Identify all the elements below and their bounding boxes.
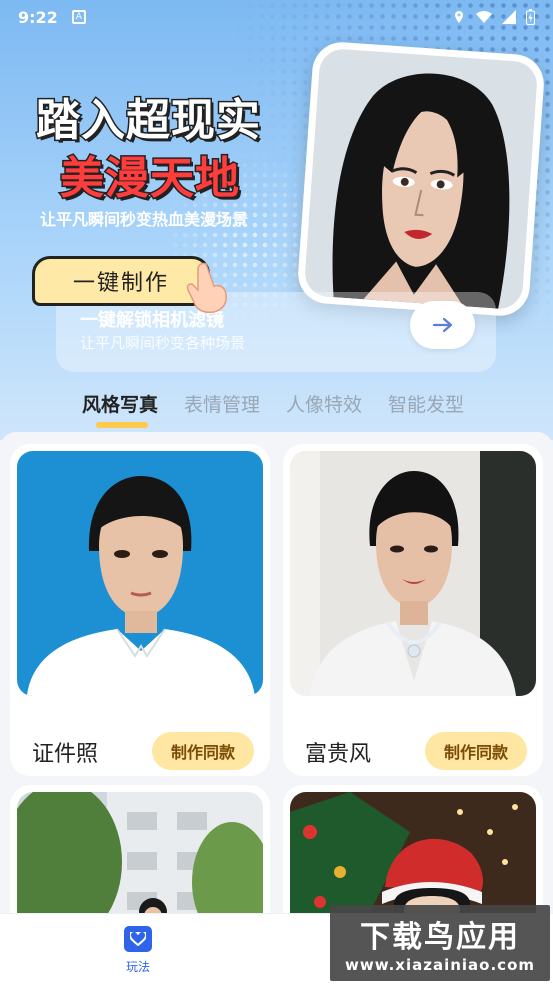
notification-icon: A bbox=[71, 10, 86, 24]
tab-expression[interactable]: 表情管理 bbox=[184, 390, 260, 417]
template-card-christmas[interactable] bbox=[283, 785, 543, 922]
wealthy-style-image bbox=[290, 451, 536, 696]
status-time: 9:22 bbox=[18, 7, 58, 27]
tab-smart-hairstyle[interactable]: 智能发型 bbox=[388, 390, 464, 417]
card-photo bbox=[17, 451, 263, 696]
panel-subtitle: 让平凡瞬间秒变各种场景 bbox=[80, 334, 246, 352]
active-tab-indicator bbox=[96, 422, 148, 428]
comic-woman-illustration bbox=[303, 47, 539, 311]
nav-label: 玩法 bbox=[125, 960, 150, 974]
panel-arrow-button[interactable] bbox=[410, 301, 475, 349]
tab-label: 表情管理 bbox=[184, 394, 261, 416]
tab-portrait-effects[interactable]: 人像特效 bbox=[286, 390, 362, 417]
template-grid: 证件照 制作同款 富贵风 制作同款 bbox=[0, 432, 553, 922]
card-title: 证件照 bbox=[32, 742, 99, 767]
card-title: 富贵风 bbox=[305, 742, 372, 767]
nav-item-play[interactable]: 玩法 bbox=[115, 926, 161, 975]
card-photo bbox=[290, 451, 536, 696]
hero-subtitle: 让平凡瞬间秒变热血美漫场景 bbox=[40, 210, 249, 229]
christmas-photo-image bbox=[290, 792, 536, 922]
watermark-title: 下载鸟应用 bbox=[360, 920, 520, 955]
make-same-button[interactable]: 制作同款 bbox=[425, 732, 527, 770]
tab-label: 智能发型 bbox=[388, 394, 465, 416]
card-photo bbox=[290, 792, 536, 922]
tab-label: 人像特效 bbox=[286, 394, 363, 416]
status-bar: 9:22 A bbox=[0, 0, 553, 34]
heart-icon bbox=[124, 926, 152, 952]
battery-icon bbox=[526, 9, 535, 25]
hero-portrait-image bbox=[296, 40, 546, 318]
hero-title-line2: 美漫天地 bbox=[59, 152, 241, 206]
make-same-button[interactable]: 制作同款 bbox=[152, 732, 254, 770]
template-card-outdoor[interactable] bbox=[10, 785, 270, 922]
signal-icon bbox=[502, 10, 516, 24]
tab-label: 风格写真 bbox=[82, 394, 159, 416]
category-tabs: 风格写真 表情管理 人像特效 智能发型 bbox=[0, 374, 553, 440]
pointing-hand-icon bbox=[186, 262, 227, 314]
location-icon bbox=[455, 11, 463, 23]
tab-style-portrait[interactable]: 风格写真 bbox=[82, 390, 159, 428]
arrow-right-icon bbox=[432, 317, 452, 333]
site-watermark: 下载鸟应用 www.xiazainiao.com bbox=[330, 905, 550, 981]
outdoor-photo-image bbox=[17, 792, 263, 922]
id-photo-image bbox=[17, 451, 263, 696]
card-photo bbox=[17, 792, 263, 922]
watermark-url: www.xiazainiao.com bbox=[344, 956, 536, 974]
template-card-wealthy-style[interactable]: 富贵风 制作同款 bbox=[283, 444, 543, 776]
wifi-icon bbox=[476, 10, 492, 23]
template-card-id-photo[interactable]: 证件照 制作同款 bbox=[10, 444, 270, 776]
hero-title-line1: 踏入超现实 bbox=[35, 94, 262, 148]
